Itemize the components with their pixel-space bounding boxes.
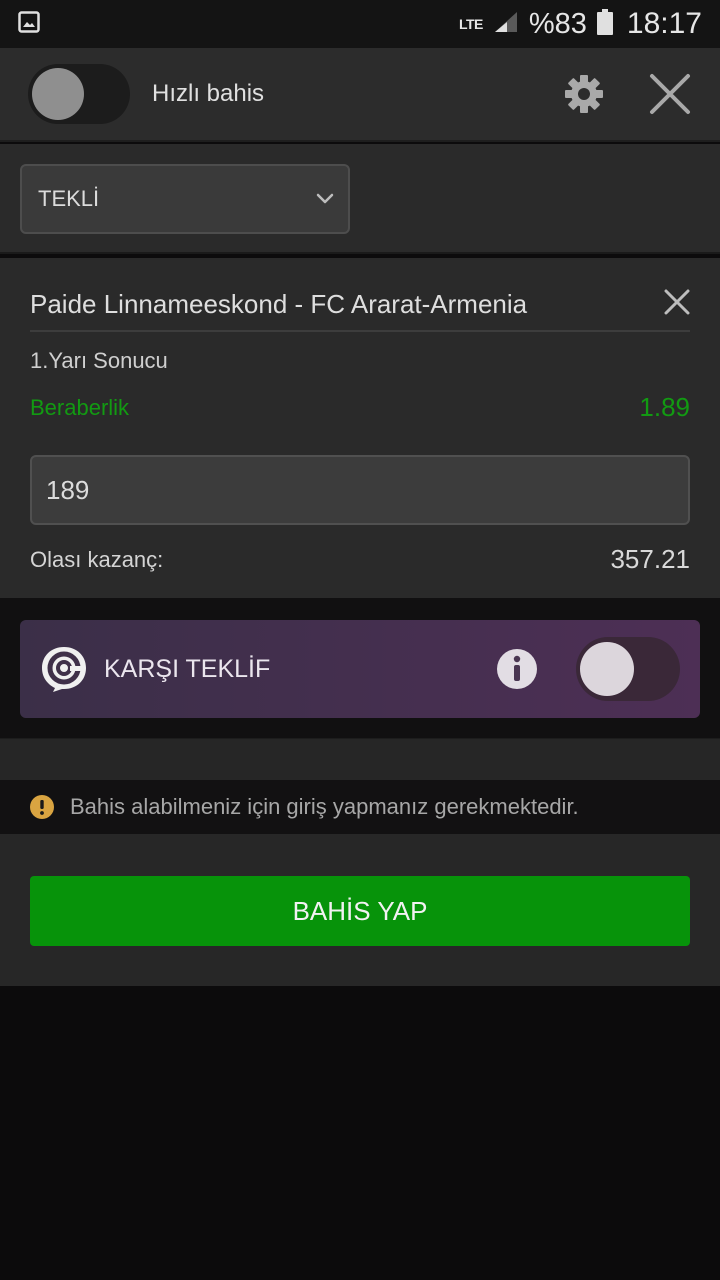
- bet-type-dropdown[interactable]: TEKLİ: [20, 164, 350, 234]
- match-row: Paide Linnameeskond - FC Ararat-Armenia: [30, 278, 690, 332]
- potential-win-value: 357.21: [610, 544, 690, 574]
- login-required-notice: Bahis alabilmeniz için giriş yapmanız ge…: [0, 780, 720, 834]
- place-bet-button[interactable]: BAHİS YAP: [30, 876, 690, 946]
- bet-type-area: TEKLİ: [0, 144, 720, 254]
- bet-slip-screen: LTE %83 18:17 Hızlı bahis TEKLİ Paide Li…: [0, 0, 720, 1280]
- market-name: 1.Yarı Sonucu: [30, 348, 168, 373]
- counter-offer-toggle-knob: [580, 642, 634, 696]
- status-clock: 18:17: [626, 7, 702, 40]
- counter-offer-label: KARŞI TEKLİF: [104, 654, 271, 683]
- status-bar: LTE %83 18:17: [0, 0, 720, 48]
- quick-bet-label: Hızlı bahis: [152, 80, 265, 107]
- gear-icon: [565, 75, 603, 113]
- bet-slip-header: Hızlı bahis: [0, 48, 720, 142]
- counter-offer-info-button[interactable]: [496, 648, 538, 690]
- chevron-down-icon: [316, 193, 334, 204]
- quick-bet-toggle[interactable]: [28, 64, 130, 124]
- section-divider: [0, 738, 720, 780]
- settings-button[interactable]: [560, 70, 608, 118]
- action-area: BAHİS YAP: [0, 834, 720, 986]
- selection-row: Beraberlik 1.89: [30, 392, 690, 423]
- close-bet-slip-button[interactable]: [646, 70, 694, 118]
- login-required-text: Bahis alabilmeniz için giriş yapmanız ge…: [70, 794, 579, 819]
- bet-selection-card: Paide Linnameeskond - FC Ararat-Armenia …: [0, 258, 720, 598]
- battery-percent: %83: [528, 7, 587, 40]
- battery-icon: [596, 8, 613, 40]
- gallery-notification-icon: [18, 10, 40, 38]
- close-icon: [664, 289, 690, 314]
- signal-icon: [493, 10, 519, 39]
- counter-offer-logo-icon: [42, 647, 86, 692]
- quick-bet-toggle-knob: [32, 68, 84, 120]
- warning-icon: [30, 795, 54, 819]
- stake-input[interactable]: [30, 455, 690, 525]
- close-icon: [650, 74, 690, 114]
- network-type: LTE: [458, 16, 483, 32]
- match-name: Paide Linnameeskond - FC Ararat-Armenia: [30, 288, 528, 319]
- counter-offer-toggle[interactable]: [576, 637, 680, 701]
- selection-name: Beraberlik: [30, 394, 130, 420]
- info-icon: [497, 649, 537, 689]
- counter-offer-section: KARŞI TEKLİF: [0, 598, 720, 738]
- bet-type-value: TEKLİ: [38, 186, 100, 211]
- potential-win-label: Olası kazanç:: [30, 546, 164, 572]
- counter-offer-bar: KARŞI TEKLİF: [20, 620, 700, 718]
- selection-odds: 1.89: [639, 392, 690, 422]
- potential-win-row: Olası kazanç: 357.21: [30, 544, 690, 575]
- remove-selection-button[interactable]: [664, 289, 690, 320]
